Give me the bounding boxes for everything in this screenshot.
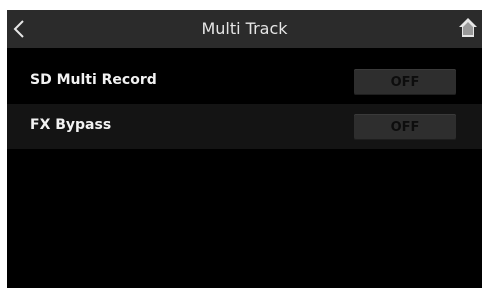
setting-row-fx-bypass: FX Bypass OFF bbox=[7, 104, 482, 149]
sd-multi-record-toggle[interactable]: OFF bbox=[354, 69, 456, 95]
back-button[interactable] bbox=[9, 14, 35, 44]
page-title: Multi Track bbox=[201, 19, 288, 38]
home-button[interactable] bbox=[456, 15, 480, 41]
setting-label-fx-bypass: FX Bypass bbox=[30, 117, 112, 133]
home-icon bbox=[459, 18, 477, 37]
setting-row-sd-multi-record: SD Multi Record OFF bbox=[7, 59, 482, 104]
chevron-left-icon bbox=[13, 20, 24, 38]
multi-track-screen: Multi Track SD Multi Record OFF FX Bypas… bbox=[7, 10, 482, 288]
setting-label-sd-multi-record: SD Multi Record bbox=[30, 72, 157, 88]
fx-bypass-toggle[interactable]: OFF bbox=[354, 114, 456, 140]
title-bar: Multi Track bbox=[7, 10, 482, 48]
